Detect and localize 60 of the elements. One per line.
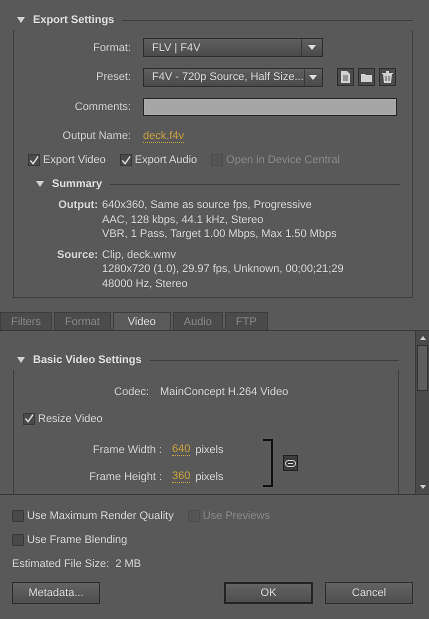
folder-icon: [361, 71, 372, 84]
dialog-button[interactable]: Cancel: [325, 582, 413, 604]
disclosure-triangle-icon[interactable]: [36, 181, 44, 187]
field-label: Frame Height :: [88, 470, 162, 482]
summary-text: Clip, deck.wmv: [102, 248, 177, 262]
section-title: Basic Video Settings: [33, 354, 142, 366]
save-preset-button[interactable]: [337, 68, 354, 86]
chain-link-icon: [285, 460, 296, 466]
field-label: Preset:: [95, 71, 131, 84]
dropdown[interactable]: F4V - 720p Source, Half Size...: [143, 68, 323, 87]
checkbox-label: Export Video: [43, 154, 106, 166]
tab[interactable]: Video: [112, 312, 171, 330]
tab[interactable]: FTP: [224, 312, 268, 330]
summary-label: Source:: [56, 248, 98, 262]
unit-label: pixels: [195, 470, 224, 482]
summary-text: 640x360, Same as source fps, Progressive: [102, 198, 313, 212]
disclosure-triangle-icon[interactable]: [17, 357, 25, 363]
link-button[interactable]: [283, 455, 298, 471]
scrollbar[interactable]: [415, 331, 429, 494]
checkbox[interactable]: [23, 412, 35, 424]
checkbox-label: Use Maximum Render Quality: [27, 510, 174, 522]
folder-button[interactable]: [358, 68, 375, 86]
summary-text: AAC, 128 kbps, 44.1 kHz, Stereo: [102, 212, 264, 227]
summary-label: Output:: [57, 198, 98, 213]
field-label: Comments:: [74, 100, 131, 113]
summary-text: 1280x720 (1.0), 29.97 fps, Unknown, 00;00;21;29: [102, 262, 345, 276]
summary-text: VBR, 1 Pass, Target 1.00 Mbps, Max 1.50 Mbps: [102, 227, 338, 242]
checkbox[interactable]: [28, 154, 40, 166]
bracket-icon: [263, 439, 274, 487]
file-size-label: Estimated File Size:: [12, 558, 110, 570]
checkbox-label: Export Audio: [134, 154, 198, 166]
trash-button[interactable]: [379, 68, 396, 86]
disclosure-triangle-icon[interactable]: [17, 17, 25, 23]
tab[interactable]: Filters: [0, 312, 52, 330]
field-label: Format:: [92, 42, 131, 54]
checkbox-label: Resize Video: [38, 412, 103, 424]
output-name-link[interactable]: deck.f4v: [143, 130, 184, 143]
section-title: Export Settings: [33, 14, 114, 26]
checkbox-label: Use Frame Blending: [27, 534, 128, 546]
comments-field[interactable]: [143, 98, 397, 116]
dialog-button[interactable]: Metadata...: [12, 582, 100, 604]
checkbox[interactable]: [12, 534, 24, 546]
checkbox[interactable]: [12, 510, 24, 522]
field-label: Output Name:: [62, 130, 131, 142]
summary-text: 48000 Hz, Stereo: [102, 276, 189, 291]
field-label: Frame Width :: [92, 444, 162, 456]
save-preset-icon: [340, 71, 351, 84]
number-field[interactable]: 360: [172, 470, 190, 483]
field-label: Codec:: [113, 386, 149, 398]
file-size-value: 2 MB: [115, 558, 142, 570]
dropdown[interactable]: FLV | F4V: [143, 38, 323, 58]
summary-title: Summary: [52, 178, 102, 190]
codec-value: MainConcept H.264 Video: [160, 386, 288, 398]
tab[interactable]: Format: [54, 312, 111, 330]
unit-label: pixels: [195, 444, 224, 456]
tab[interactable]: Audio: [172, 312, 223, 330]
dialog-button[interactable]: OK: [224, 582, 313, 604]
checkbox[interactable]: [120, 154, 132, 166]
number-field[interactable]: 640: [172, 443, 190, 456]
trash-icon: [382, 71, 393, 84]
